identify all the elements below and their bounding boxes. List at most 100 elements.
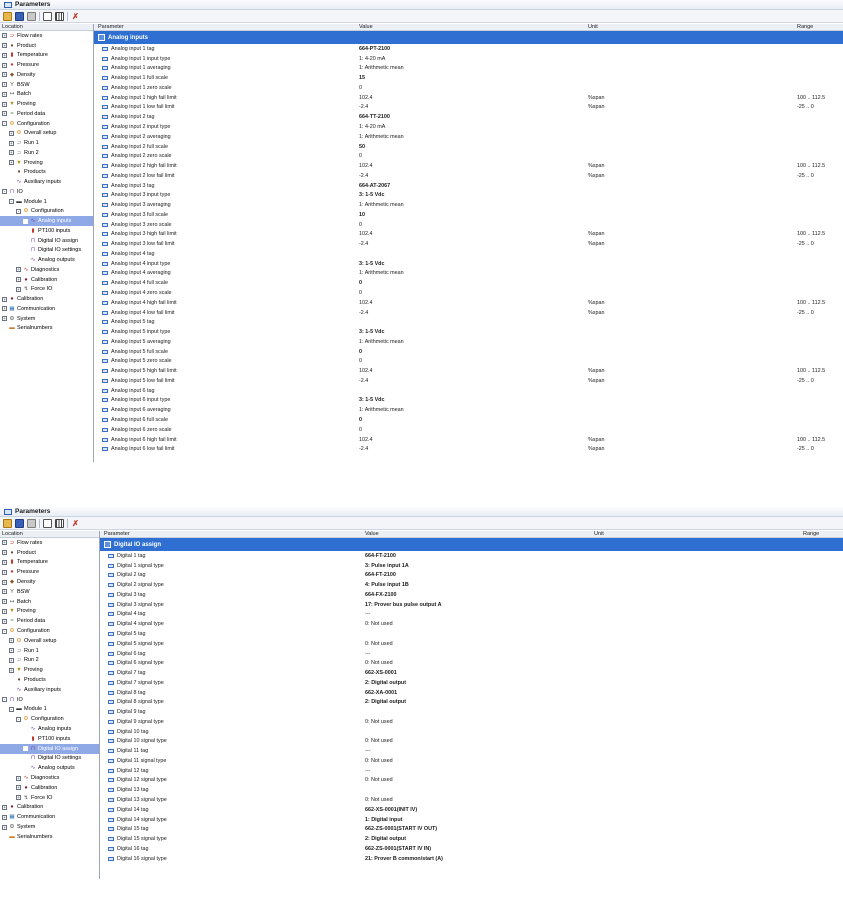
parameter-row[interactable]: Analog input 1 low fail limit -2.4 %span -2… [94, 103, 843, 113]
expand-icon[interactable]: + [2, 579, 7, 585]
value-cell[interactable]: 1: Arithmetic mean [359, 339, 588, 345]
parameter-row[interactable]: Analog input 1 input type 1: 4-20 mA [94, 54, 843, 64]
tree-item-analog-outputs[interactable]: ∿ Analog outputs [0, 255, 93, 265]
expand-icon[interactable]: + [9, 648, 14, 654]
parameter-row[interactable]: Digital 6 tag --- [100, 649, 843, 659]
tree-item-bsw[interactable]: + Y BSW [0, 587, 99, 597]
tree-item-product[interactable]: + ♦ Product [0, 41, 93, 51]
tree-item-io[interactable]: - ⊓ IO [0, 187, 93, 197]
save-icon[interactable] [15, 11, 24, 21]
expand-icon[interactable]: + [2, 43, 7, 49]
value-cell[interactable]: 0 [359, 417, 588, 423]
value-cell[interactable]: 0: Not used [365, 621, 594, 627]
value-cell[interactable]: 0 [359, 427, 588, 433]
tree-item-calibration[interactable]: + ● Calibration [0, 803, 99, 813]
parameter-row[interactable]: Digital 7 signal type 2: Digital output [100, 678, 843, 688]
parameter-row[interactable]: Digital 8 signal type 2: Digital output [100, 697, 843, 707]
parameter-row[interactable]: Digital 16 signal type 21: Prover B commo… [100, 854, 843, 864]
value-cell[interactable]: --- [365, 651, 594, 657]
expand-icon[interactable]: + [2, 306, 7, 312]
value-cell[interactable]: -2.4 [359, 241, 588, 247]
expand-icon[interactable]: + [9, 667, 14, 673]
expand-icon[interactable]: + [9, 160, 14, 166]
tree-item-run-2[interactable]: + ⊃ Run 2 [0, 148, 93, 158]
parameter-row[interactable]: Analog input 6 input type 3: 1-5 Vdc [94, 396, 843, 406]
parameter-row[interactable]: Analog input 4 high fail limit 102.4 %span… [94, 298, 843, 308]
value-cell[interactable]: 1: 4-20 mA [359, 124, 588, 130]
parameter-row[interactable]: Analog input 5 low fail limit -2.4 %span -2… [94, 376, 843, 386]
parameter-row[interactable]: Analog input 1 zero scale 0 [94, 83, 843, 93]
expand-icon[interactable]: + [16, 775, 21, 781]
tree-item-analog-inputs[interactable]: ∿ Analog inputs [0, 724, 99, 734]
save-icon[interactable] [15, 518, 24, 528]
parameter-row[interactable]: Analog input 4 full scale 0 [94, 278, 843, 288]
value-cell[interactable]: 664-FT-2100 [365, 572, 594, 578]
expand-icon[interactable]: + [2, 550, 7, 556]
value-cell[interactable]: 0 [359, 349, 588, 355]
tree-item-overall-setup[interactable]: + ⚙ Overall setup [0, 129, 93, 139]
parameter-row[interactable]: Analog input 6 tag [94, 386, 843, 396]
value-cell[interactable]: 662-ZS-0001(START IV OUT) [365, 826, 594, 832]
parameter-row[interactable]: Digital 9 tag [100, 707, 843, 717]
parameter-row[interactable]: Digital 11 signal type 0: Not used [100, 756, 843, 766]
grid-icon[interactable] [55, 518, 64, 528]
tree-item-flow-rates[interactable]: + ⊃ Flow rates [0, 538, 99, 548]
parameter-row[interactable]: Analog input 2 full scale 50 [94, 142, 843, 152]
expand-icon[interactable]: + [16, 795, 21, 801]
tree-item-run-1[interactable]: + ⊃ Run 1 [0, 646, 99, 656]
tree-item-period-data[interactable]: + ≈ Period data [0, 109, 93, 119]
value-cell[interactable]: 2: Digital output [365, 680, 594, 686]
value-cell[interactable]: -2.4 [359, 173, 588, 179]
parameter-row[interactable]: Digital 16 tag 662-ZS-0001(START IV IN) [100, 844, 843, 854]
header-range[interactable]: Range [797, 24, 843, 30]
expand-icon[interactable]: + [2, 101, 7, 107]
parameter-row[interactable]: Analog input 4 zero scale 0 [94, 288, 843, 298]
parameter-row[interactable]: Analog input 3 input type 3: 1-5 Vdc [94, 190, 843, 200]
value-cell[interactable]: 15 [359, 75, 588, 81]
parameter-row[interactable]: Digital 7 tag 662-XS-0001 [100, 668, 843, 678]
parameter-row[interactable]: Digital 14 tag 662-XS-0001(INIT IV) [100, 805, 843, 815]
reset-icon[interactable]: ✗ [71, 519, 80, 528]
value-cell[interactable]: 2: Digital output [365, 699, 594, 705]
value-cell[interactable]: 1: Arithmetic mean [359, 65, 588, 71]
collapse-icon[interactable]: - [9, 199, 14, 205]
tree-item-auxiliary-inputs[interactable]: ∿ Auxiliary inputs [0, 177, 93, 187]
expand-icon[interactable]: + [2, 296, 7, 302]
parameter-row[interactable]: Analog input 3 zero scale 0 [94, 220, 843, 230]
header-unit[interactable]: Unit [588, 24, 797, 30]
value-cell[interactable]: -2.4 [359, 446, 588, 452]
parameter-row[interactable]: Analog input 6 full scale 0 [94, 415, 843, 425]
parameter-row[interactable]: Analog input 3 averaging 1: Arithmetic me… [94, 200, 843, 210]
parameter-row[interactable]: Analog input 2 averaging 1: Arithmetic me… [94, 132, 843, 142]
expand-icon[interactable]: + [9, 150, 14, 156]
value-cell[interactable]: 0: Not used [365, 797, 594, 803]
parameter-row[interactable]: Analog input 3 low fail limit -2.4 %span -2… [94, 239, 843, 249]
expand-icon[interactable]: + [2, 316, 7, 322]
tree-item-communication[interactable]: + ▦ Communication [0, 304, 93, 314]
tree-item-digital-io-settings[interactable]: ⊓ Digital IO settings [0, 754, 99, 764]
parameter-row[interactable]: Analog input 4 low fail limit -2.4 %span -2… [94, 308, 843, 318]
tree-item-pressure[interactable]: + ● Pressure [0, 567, 99, 577]
parameter-row[interactable]: Analog input 5 high fail limit 102.4 %span… [94, 366, 843, 376]
value-cell[interactable]: --- [365, 768, 594, 774]
parameter-row[interactable]: Digital 12 signal type 0: Not used [100, 776, 843, 786]
parameter-row[interactable]: Analog input 6 zero scale 0 [94, 425, 843, 435]
value-cell[interactable]: 21: Prover B common/start (A) [365, 856, 594, 862]
parameter-row[interactable]: Analog input 3 full scale 10 [94, 210, 843, 220]
value-cell[interactable]: 0: Not used [365, 719, 594, 725]
expand-icon[interactable]: + [2, 608, 7, 614]
value-cell[interactable]: 0 [359, 280, 588, 286]
parameter-row[interactable]: Analog input 5 full scale 0 [94, 347, 843, 357]
expand-icon[interactable]: + [2, 111, 7, 117]
parameter-row[interactable]: Analog input 1 full scale 15 [94, 73, 843, 83]
tree-item-communication[interactable]: + ▦ Communication [0, 812, 99, 822]
tree-item-analog-inputs[interactable]: ∿ Analog inputs [0, 216, 93, 226]
parameter-row[interactable]: Digital 4 tag --- [100, 610, 843, 620]
tree-item-force-io[interactable]: + ↯ Force IO [0, 793, 99, 803]
tree-item-system[interactable]: + ⚙ System [0, 822, 99, 832]
parameter-row[interactable]: Analog input 3 tag 664-AT-2067 [94, 181, 843, 191]
expand-icon[interactable]: + [16, 286, 21, 292]
value-cell[interactable]: 662-XA-0001 [365, 690, 594, 696]
value-cell[interactable]: 1: Digital input [365, 817, 594, 823]
open-icon[interactable] [3, 518, 12, 528]
